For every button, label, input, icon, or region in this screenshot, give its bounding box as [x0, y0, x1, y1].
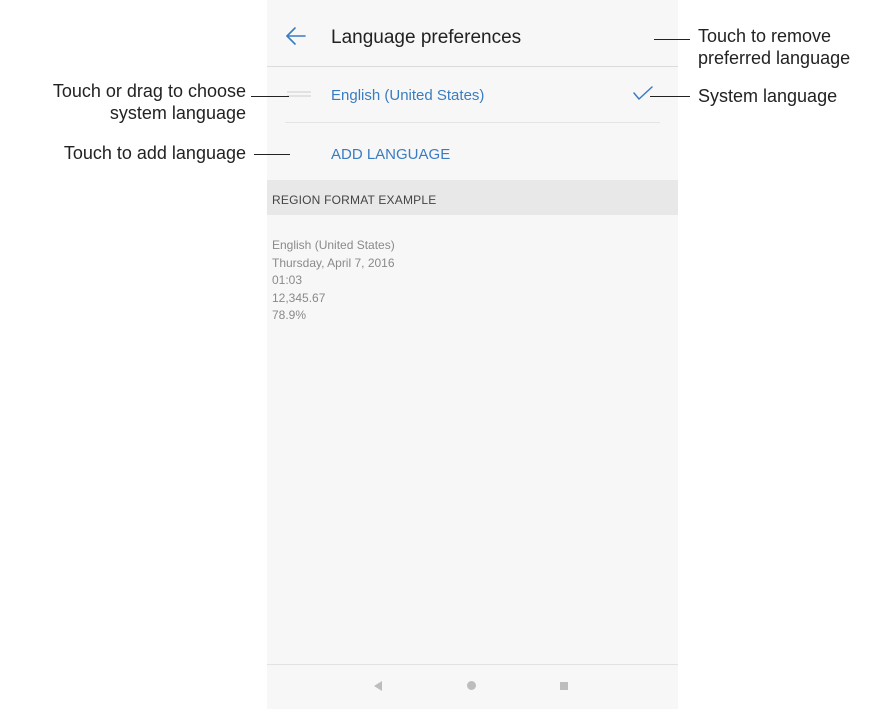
list-divider — [285, 122, 660, 123]
callout-remove-language: Touch to remove preferred language — [698, 25, 850, 69]
arrow-left-icon[interactable] — [283, 23, 309, 49]
example-number: 12,345.67 — [272, 290, 326, 305]
triangle-back-icon[interactable] — [374, 681, 382, 691]
callout-add-text: Touch to add language — [63, 143, 246, 163]
annotated-screenshot: Language preferences English (United Sta… — [0, 0, 893, 709]
example-time: 01:03 — [272, 273, 303, 287]
checkmark-icon — [633, 86, 653, 100]
callout-system-language: System language — [698, 85, 837, 107]
app-bar: Language preferences — [267, 0, 678, 67]
leader-line-remove — [654, 39, 690, 40]
example-date: Thursday, April 7, 2016 — [272, 255, 395, 270]
callout-choose-line-1: Touch or drag to choose — [52, 81, 246, 101]
callout-remove-line-2: preferred language — [698, 48, 851, 68]
region-format-header: REGION FORMAT EXAMPLE — [267, 180, 678, 215]
circle-home-icon[interactable] — [467, 681, 476, 690]
language-item-label: English (United States) — [331, 87, 485, 104]
callout-remove-line-1: Touch to remove — [698, 26, 832, 46]
callout-add-language: Touch to add language — [0, 142, 246, 164]
section-header-label: REGION FORMAT EXAMPLE — [272, 193, 437, 207]
square-recents-icon[interactable] — [560, 682, 568, 690]
drag-handle-icon[interactable] — [287, 91, 311, 99]
callout-system-text: System language — [698, 86, 838, 106]
leader-line-system — [650, 96, 690, 97]
leader-line-add — [254, 154, 290, 155]
phone-screen: Language preferences English (United Sta… — [267, 0, 678, 709]
language-list-item[interactable]: English (United States) — [267, 67, 678, 123]
leader-line-choose — [251, 96, 289, 97]
example-percent: 78.9% — [272, 308, 307, 322]
callout-choose-system: Touch or drag to choose system language — [0, 80, 246, 124]
navigation-bar — [267, 664, 678, 709]
region-format-examples: English (United States) Thursday, April … — [272, 237, 395, 325]
callout-choose-line-2: system language — [109, 103, 246, 123]
page-title: Language preferences — [331, 27, 522, 48]
example-language: English (United States) — [272, 238, 395, 252]
add-language-button[interactable]: ADD LANGUAGE — [331, 146, 450, 163]
